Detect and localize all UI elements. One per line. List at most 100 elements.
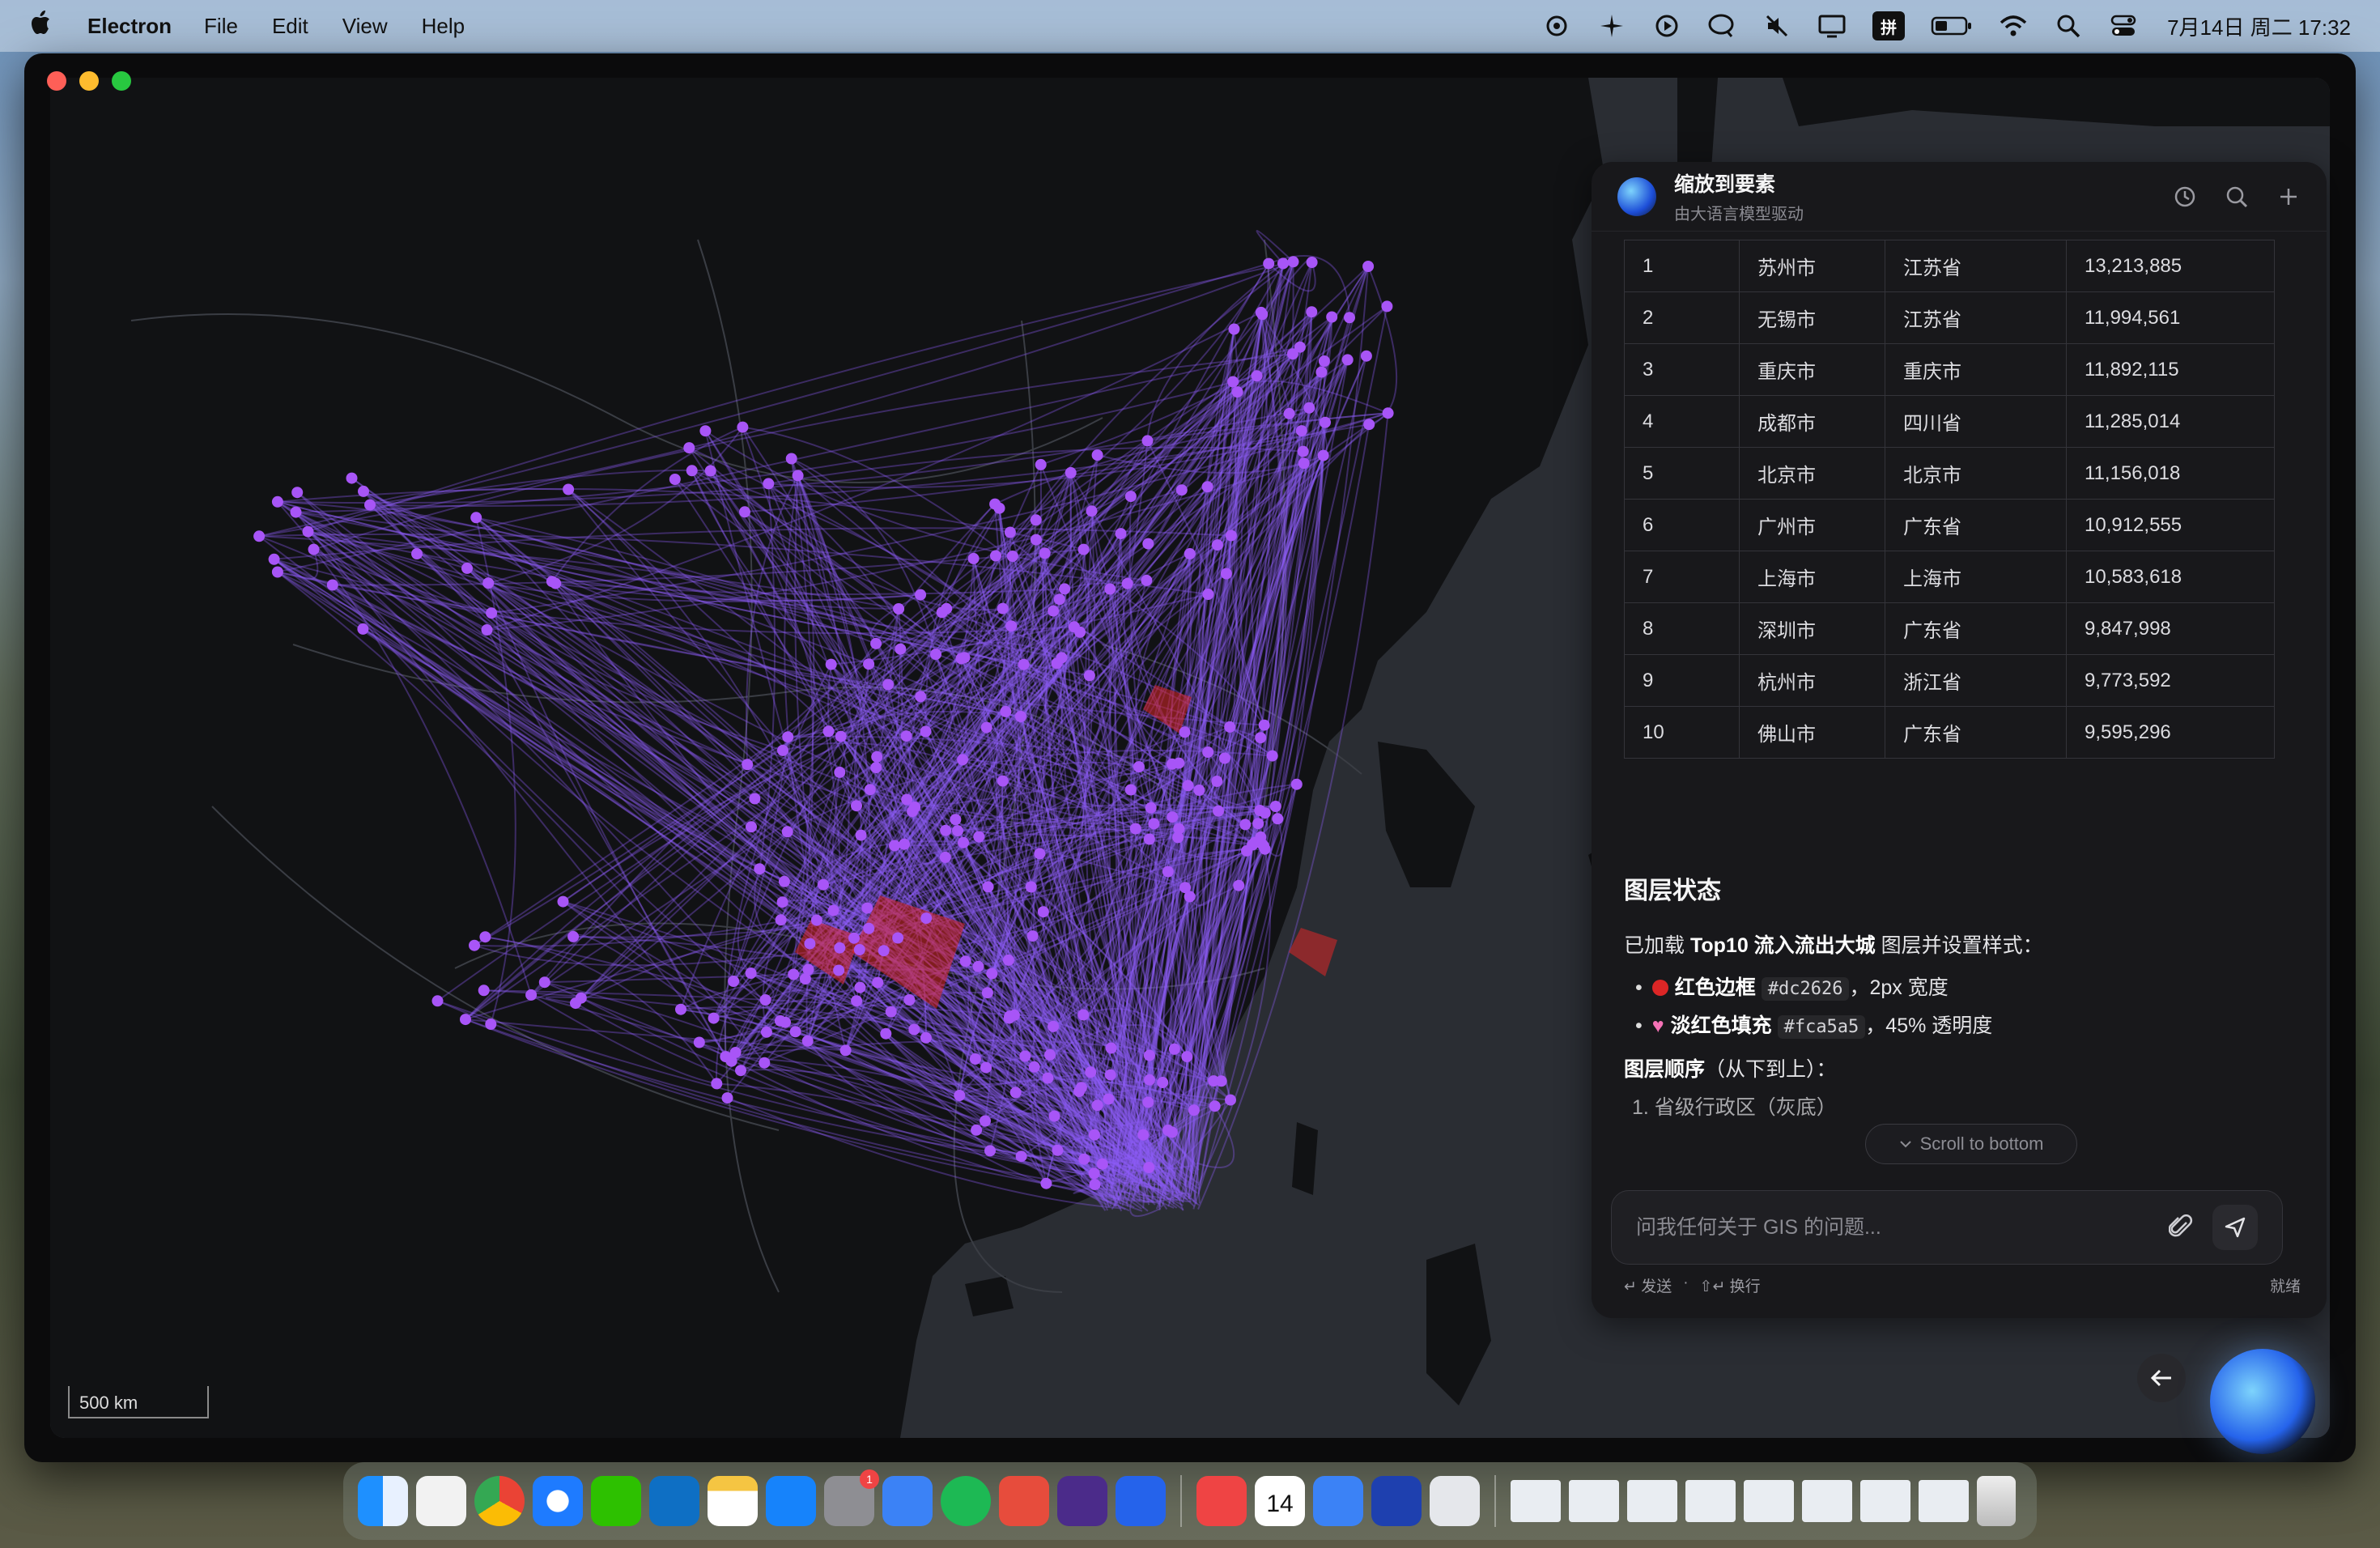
city-node[interactable] [481,624,493,636]
city-node[interactable] [1218,752,1230,764]
city-node[interactable] [746,821,757,833]
city-node[interactable] [1251,370,1263,382]
city-node[interactable] [1124,491,1137,503]
play-icon[interactable] [1652,11,1681,40]
chrome-icon[interactable] [474,1476,525,1526]
city-node[interactable] [851,800,862,812]
city-node[interactable] [915,691,927,703]
city-node[interactable] [1042,1072,1054,1084]
city-node[interactable] [973,831,985,843]
city-node[interactable] [1052,1144,1064,1156]
city-node[interactable] [989,498,1001,510]
city-node[interactable] [704,465,716,477]
minimized-window-2[interactable] [1569,1480,1619,1522]
apple-menu-icon[interactable] [29,10,78,42]
city-node[interactable] [1026,930,1039,942]
city-node[interactable] [952,825,963,837]
city-node[interactable] [950,814,962,826]
city-node[interactable] [1295,425,1307,437]
city-node[interactable] [290,506,302,518]
minimize-window-button[interactable] [79,71,99,91]
city-node[interactable] [861,902,873,914]
menu-view[interactable]: View [342,14,388,39]
city-node[interactable] [1263,257,1275,270]
city-node[interactable] [302,525,314,538]
city-node[interactable] [900,730,912,742]
city-node[interactable] [461,562,473,574]
city-node[interactable] [478,985,490,997]
city-node[interactable] [778,875,790,887]
obsidian-icon[interactable] [1057,1476,1107,1526]
city-node[interactable] [1258,719,1270,731]
collapse-arrow-button[interactable] [2137,1354,2186,1402]
city-node[interactable] [909,802,921,813]
city-node[interactable] [941,602,953,615]
city-node[interactable] [550,577,562,589]
city-node[interactable] [1252,818,1264,830]
city-node[interactable] [1255,306,1267,318]
city-node[interactable] [780,1016,791,1028]
search-icon[interactable] [2225,185,2249,209]
city-node[interactable] [357,623,369,635]
city-node[interactable] [825,658,837,670]
city-node[interactable] [1303,402,1315,414]
city-node[interactable] [980,1115,991,1127]
city-node[interactable] [1266,750,1278,762]
wps-icon[interactable] [999,1476,1049,1526]
city-node[interactable] [1224,721,1236,733]
city-node[interactable] [855,829,867,841]
city-node[interactable] [827,904,839,916]
city-node[interactable] [1318,355,1330,367]
city-node[interactable] [1157,1077,1169,1088]
mute-icon[interactable] [1762,11,1791,40]
city-node[interactable] [889,840,900,852]
city-node[interactable] [834,942,846,954]
city-node[interactable] [1181,1051,1193,1063]
minimized-window-6[interactable] [1802,1480,1852,1522]
city-node[interactable] [986,968,998,980]
city-node[interactable] [759,994,771,1006]
city-node[interactable] [1048,1110,1060,1122]
city-node[interactable] [984,1145,996,1157]
city-node[interactable] [1105,1042,1117,1054]
city-node[interactable] [1255,732,1267,744]
city-node[interactable] [1141,574,1153,586]
city-node[interactable] [1188,1104,1200,1116]
city-node[interactable] [669,474,681,485]
close-window-button[interactable] [47,71,66,91]
city-node[interactable] [754,863,766,875]
spotlight-search-icon[interactable] [2054,11,2083,40]
city-node[interactable] [1166,758,1178,770]
city-node[interactable] [308,543,320,555]
city-node[interactable] [851,995,863,1007]
city-node[interactable] [872,976,884,989]
send-button[interactable] [2212,1205,2258,1250]
city-node[interactable] [1077,1009,1090,1021]
city-node[interactable] [759,1057,771,1069]
city-node[interactable] [903,994,916,1006]
zoom-window-button[interactable] [112,71,131,91]
city-node[interactable] [776,896,788,908]
city-node[interactable] [1202,589,1214,600]
city-node[interactable] [1077,543,1090,555]
ok-app-icon[interactable] [1196,1476,1247,1526]
city-node[interactable] [971,1124,983,1136]
city-node[interactable] [1143,1162,1155,1173]
city-node[interactable] [1360,350,1372,362]
city-node[interactable] [1179,726,1191,738]
city-node[interactable] [915,589,927,601]
city-node[interactable] [864,784,876,796]
chatgpt-icon[interactable] [1430,1476,1480,1526]
city-node[interactable] [1075,1082,1087,1094]
city-node[interactable] [563,483,575,495]
city-node[interactable] [1363,419,1375,431]
city-node[interactable] [725,1055,737,1067]
city-node[interactable] [1083,670,1095,682]
city-node[interactable] [1034,848,1046,860]
city-node[interactable] [1145,802,1157,814]
vscode-icon[interactable] [649,1476,699,1526]
city-node[interactable] [777,744,788,756]
city-node[interactable] [763,478,775,490]
city-node[interactable] [1287,256,1299,268]
city-node[interactable] [1211,776,1223,787]
